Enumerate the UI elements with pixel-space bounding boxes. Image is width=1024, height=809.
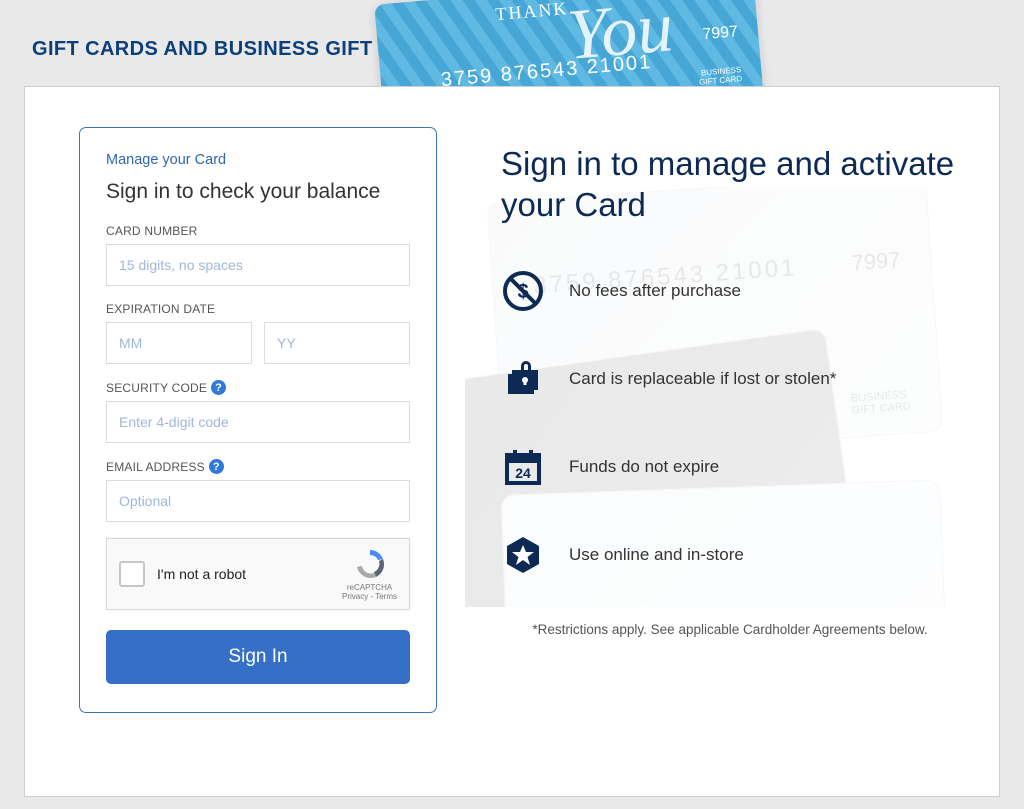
hero-card-last4: 7997 [702,23,739,44]
benefit-use-anywhere: Use online and in-store [501,534,959,576]
benefit-no-fees: $ No fees after purchase [501,270,959,312]
expiration-month-input[interactable] [106,322,252,364]
benefit-text: No fees after purchase [569,281,741,301]
benefit-replaceable: Card is replaceable if lost or stolen* [501,358,959,400]
email-help-icon[interactable]: ? [209,459,224,474]
signin-form: Manage your Card Sign in to check your b… [79,127,437,713]
card-number-label: CARD NUMBER [106,224,410,238]
expiration-label: EXPIRATION DATE [106,302,410,316]
email-input[interactable] [106,480,410,522]
expiration-year-input[interactable] [264,322,410,364]
lock-bag-icon [501,358,545,400]
no-fees-icon: $ [501,270,545,312]
email-label: EMAIL ADDRESS [106,460,205,474]
benefit-text: Use online and in-store [569,545,744,565]
hero-thank-text: THANK [495,0,570,25]
benefit-text: Card is replaceable if lost or stolen* [569,369,836,389]
star-badge-icon [501,534,545,576]
recaptcha-logo-icon [353,547,387,581]
security-code-label: SECURITY CODE [106,381,207,395]
svg-text:24: 24 [515,465,531,481]
recaptcha-links[interactable]: Privacy - Terms [342,592,397,601]
security-help-icon[interactable]: ? [211,380,226,395]
security-code-input[interactable] [106,401,410,443]
form-title: Sign in to check your balance [106,180,410,204]
manage-header: Manage your Card [106,152,410,168]
info-column: Sign in to manage and activate your Card… [501,143,959,637]
hero-business-label: BUSINESS GIFT CARD [698,66,742,87]
recaptcha-text: I'm not a robot [157,566,246,582]
benefit-no-expire: 24 Funds do not expire [501,446,959,488]
calendar-icon: 24 [501,446,545,488]
restrictions-footnote: *Restrictions apply. See applicable Card… [501,622,959,637]
recaptcha-brand: reCAPTCHA [342,583,397,592]
recaptcha-checkbox[interactable] [119,561,145,587]
card-number-input[interactable] [106,244,410,286]
info-heading: Sign in to manage and activate your Card [501,143,959,226]
benefit-text: Funds do not expire [569,457,719,477]
sign-in-button[interactable]: Sign In [106,630,410,684]
recaptcha-widget: I'm not a robot reCAPTCHA Privacy - Term… [106,538,410,610]
main-panel: 3759 876543 21001 7997 BUSINESS GIFT CAR… [24,86,1000,797]
